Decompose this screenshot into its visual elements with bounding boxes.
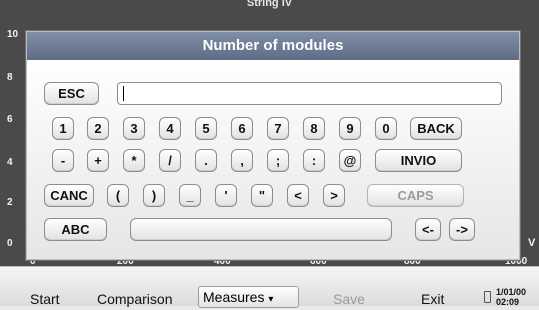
x-axis-unit: V: [528, 237, 536, 249]
bottom-toolbar: Start Comparison Measures ▾ Save Exit 1/…: [0, 266, 539, 308]
caps-key[interactable]: CAPS: [367, 184, 464, 207]
key-slash[interactable]: /: [159, 149, 181, 172]
y-tick-label: 0: [7, 238, 13, 249]
key-1[interactable]: 1: [52, 117, 74, 140]
canc-key[interactable]: CANC: [44, 184, 94, 207]
key-period[interactable]: .: [195, 149, 217, 172]
y-tick-label: 10: [7, 29, 19, 40]
date-label: 1/01/00: [496, 287, 527, 297]
key-apostrophe[interactable]: ': [215, 184, 237, 207]
key-2[interactable]: 2: [87, 117, 109, 140]
back-key[interactable]: BACK: [410, 117, 462, 140]
time-label: 02:09: [496, 297, 520, 307]
key-at[interactable]: @: [339, 149, 361, 172]
key-9[interactable]: 9: [339, 117, 361, 140]
key-8[interactable]: 8: [303, 117, 325, 140]
key-asterisk[interactable]: *: [123, 149, 145, 172]
battery-icon: [484, 291, 491, 303]
key-6[interactable]: 6: [231, 117, 253, 140]
clock: 1/01/00 02:09: [496, 287, 526, 307]
key-0[interactable]: 0: [375, 117, 397, 140]
key-minus[interactable]: -: [52, 149, 74, 172]
key-comma[interactable]: ,: [231, 149, 253, 172]
key-greater-than[interactable]: >: [323, 184, 345, 207]
key-open-paren[interactable]: (: [107, 184, 129, 207]
key-less-than[interactable]: <: [287, 184, 309, 207]
key-semicolon[interactable]: ;: [267, 149, 289, 172]
key-3[interactable]: 3: [123, 117, 145, 140]
key-quote[interactable]: ": [251, 184, 273, 207]
key-colon[interactable]: :: [303, 149, 325, 172]
y-tick-label: 6: [7, 114, 13, 125]
invio-key[interactable]: INVIO: [375, 149, 462, 172]
y-tick-label: 8: [7, 72, 13, 83]
key-4[interactable]: 4: [159, 117, 181, 140]
y-tick-label: 4: [7, 157, 13, 168]
measures-label: Measures: [203, 289, 265, 305]
cursor-right-key[interactable]: ->: [449, 218, 475, 241]
modules-input[interactable]: [117, 82, 502, 105]
esc-key[interactable]: ESC: [44, 82, 99, 105]
space-key[interactable]: [130, 218, 392, 241]
key-5[interactable]: 5: [195, 117, 217, 140]
key-plus[interactable]: +: [87, 149, 109, 172]
key-7[interactable]: 7: [267, 117, 289, 140]
text-cursor: [123, 86, 124, 101]
keyboard-dialog: Number of modules ESC 1 2 3 4 5 6 7 8 9 …: [26, 31, 520, 260]
key-underscore[interactable]: _: [179, 184, 201, 207]
abc-key[interactable]: ABC: [44, 218, 107, 241]
dialog-title: Number of modules: [27, 32, 519, 60]
y-tick-label: 2: [7, 197, 13, 208]
plot-title: String IV: [246, 0, 293, 9]
chevron-down-icon: ▾: [268, 294, 274, 305]
cursor-left-key[interactable]: <-: [415, 218, 441, 241]
key-close-paren[interactable]: ): [143, 184, 165, 207]
